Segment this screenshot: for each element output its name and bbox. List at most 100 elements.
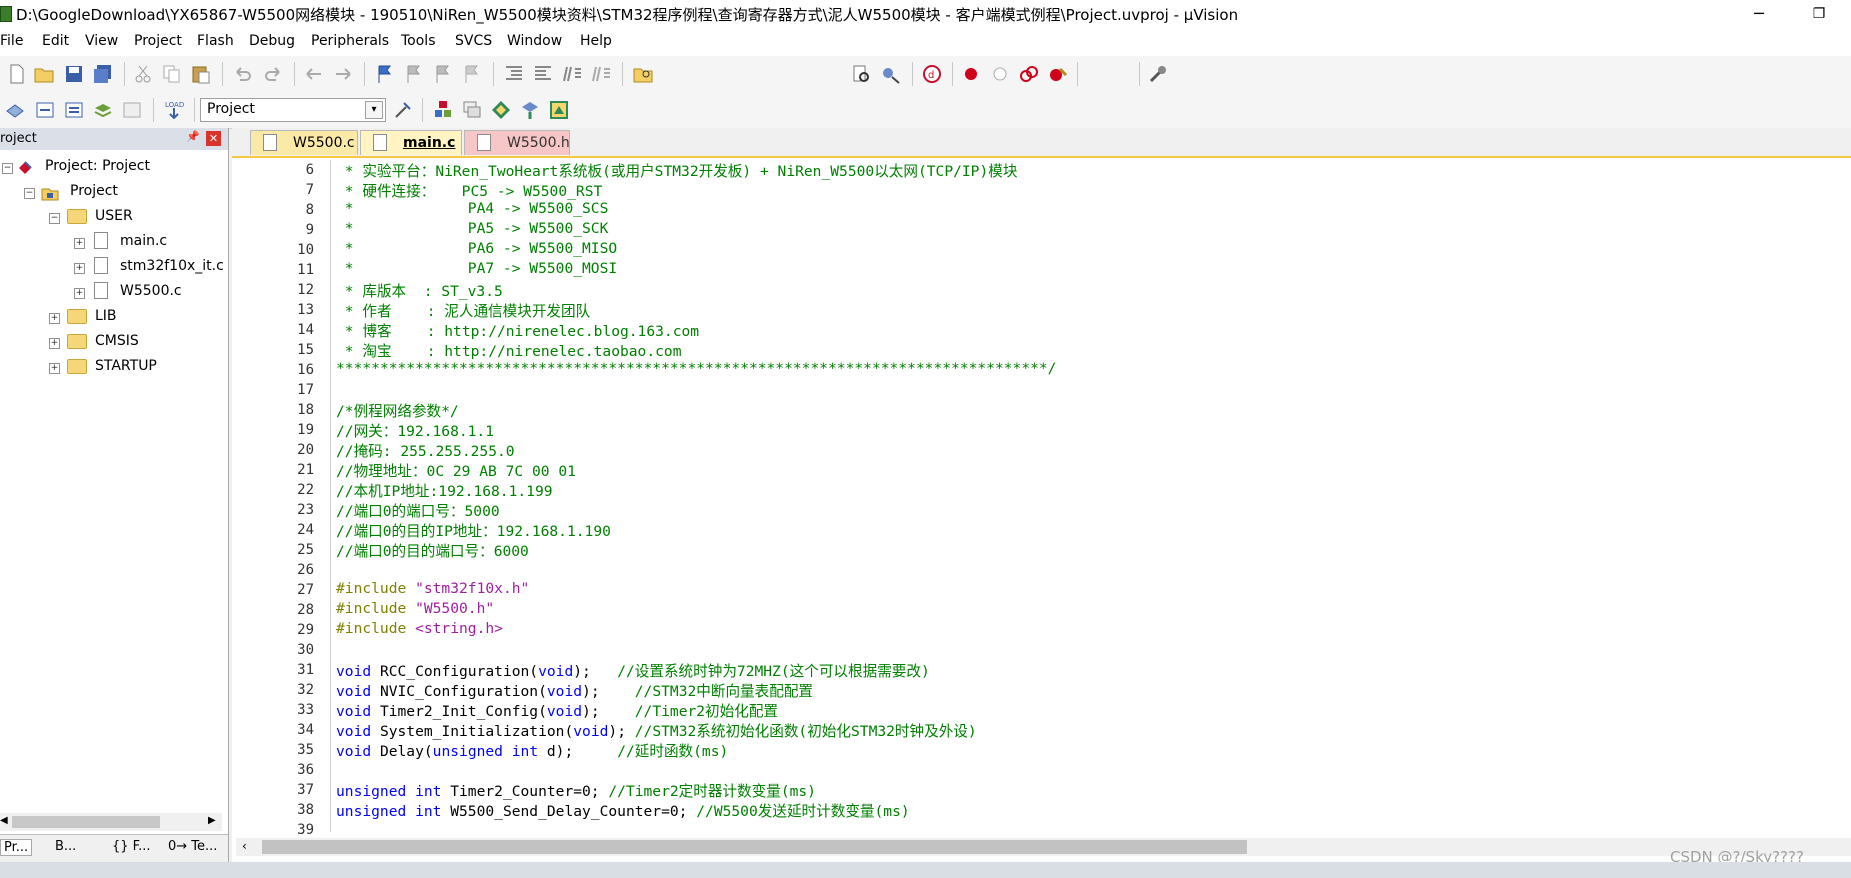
code-token: * PA6 -> W5500_MISO <box>336 240 618 257</box>
tree-item-startup-folder[interactable]: STARTUP <box>95 358 157 374</box>
code-token: #include <box>336 580 416 597</box>
navigate-forward-icon[interactable] <box>332 63 354 85</box>
disable-all-breakpoints-icon[interactable] <box>1018 63 1040 85</box>
menu-peripherals[interactable]: Peripherals <box>311 33 389 49</box>
code-token: d); <box>538 743 618 760</box>
run-time-environment-icon[interactable] <box>548 99 570 121</box>
target-select[interactable]: Project ▾ <box>200 98 386 122</box>
collapse-icon[interactable]: − <box>2 163 13 174</box>
tab-project[interactable]: Pr... <box>0 839 33 856</box>
browse-symbols-icon[interactable] <box>880 63 902 85</box>
menu-project[interactable]: Project <box>134 33 182 49</box>
line-number: 39 <box>297 822 314 838</box>
code-token: Delay( <box>371 743 433 760</box>
menu-debug[interactable]: Debug <box>249 33 295 49</box>
menu-window[interactable]: Window <box>507 33 562 49</box>
expand-icon[interactable]: + <box>74 238 85 249</box>
bookmark-next-icon[interactable] <box>432 63 454 85</box>
code-token: //STM32系统初始化函数(初始化STM32时钟及外设) <box>634 723 977 740</box>
configure-wrench-icon[interactable] <box>1147 63 1169 85</box>
code-line: * PA7 -> W5500_MOSI <box>336 260 617 277</box>
paste-icon[interactable] <box>190 63 212 85</box>
collapse-icon[interactable]: − <box>24 188 35 199</box>
tree-item-file[interactable]: main.c <box>120 233 167 249</box>
indent-icon[interactable] <box>503 63 525 85</box>
tree-item-file[interactable]: W5500.c <box>120 283 182 299</box>
comment-icon[interactable] <box>561 63 583 85</box>
tree-item-project-root[interactable]: Project: Project <box>45 158 150 174</box>
close-panel-button[interactable]: ✕ <box>206 131 221 146</box>
scrollbar-thumb[interactable] <box>262 840 1247 854</box>
pin-icon[interactable]: 📌 <box>186 130 200 143</box>
redo-icon[interactable] <box>262 63 284 85</box>
tree-item-cmsis-folder[interactable]: CMSIS <box>95 333 139 349</box>
start-debug-icon[interactable]: d <box>921 63 943 85</box>
expand-icon[interactable]: + <box>49 363 60 374</box>
tab-main-c[interactable]: main.c <box>360 130 462 155</box>
kill-all-breakpoints-icon[interactable] <box>1047 63 1069 85</box>
cut-icon[interactable] <box>132 63 154 85</box>
save-all-icon[interactable] <box>92 63 114 85</box>
tab-label: W5500.c <box>293 135 355 151</box>
target-options-icon[interactable] <box>392 99 414 121</box>
tab-w5500-h[interactable]: W5500.h <box>464 130 570 155</box>
project-horizontal-scrollbar[interactable]: ◀ ▶ <box>0 813 222 831</box>
manage-components-icon[interactable] <box>461 99 483 121</box>
new-file-icon[interactable] <box>6 63 28 85</box>
download-load-icon[interactable]: LOAD <box>163 99 185 121</box>
scroll-left-icon[interactable]: ◀ <box>0 815 8 826</box>
code-line: #include "W5500.h" <box>336 600 494 617</box>
code-line: //端口0的端口号：5000 <box>336 500 500 521</box>
tree-item-project[interactable]: Project <box>70 183 118 199</box>
tab-w5500-c[interactable]: W5500.c <box>250 130 358 155</box>
undo-icon[interactable] <box>232 63 254 85</box>
expand-icon[interactable]: + <box>74 263 85 274</box>
rebuild-icon[interactable] <box>63 99 85 121</box>
menu-help[interactable]: Help <box>580 33 612 49</box>
tree-item-file[interactable]: stm32f10x_it.c <box>120 258 224 274</box>
bookmark-prev-icon[interactable] <box>403 63 425 85</box>
incremental-find-icon[interactable] <box>850 63 872 85</box>
uncomment-icon[interactable] <box>590 63 612 85</box>
collapse-icon[interactable]: − <box>49 213 60 224</box>
menu-flash[interactable]: Flash <box>197 33 234 49</box>
build-icon[interactable] <box>34 99 56 121</box>
scroll-right-icon[interactable]: ▶ <box>208 815 216 826</box>
code-token: void <box>336 743 372 760</box>
expand-icon[interactable]: + <box>49 313 60 324</box>
tab-books[interactable]: B... <box>55 839 76 854</box>
tree-item-lib-folder[interactable]: LIB <box>95 308 117 324</box>
navigate-back-icon[interactable] <box>303 63 325 85</box>
minimize-button[interactable]: ─ <box>1736 0 1782 28</box>
tree-item-user-folder[interactable]: USER <box>95 208 133 224</box>
code-line: * 淘宝 : http://nirenelec.taobao.com <box>336 340 682 361</box>
menu-file[interactable]: File <box>0 33 23 49</box>
translate-icon[interactable] <box>4 99 26 121</box>
open-folder-icon[interactable] <box>33 63 55 85</box>
file-extensions-icon[interactable] <box>432 99 454 121</box>
menu-tools[interactable]: Tools <box>401 33 436 49</box>
menu-edit[interactable]: Edit <box>42 33 69 49</box>
pack-installer-icon[interactable] <box>519 99 541 121</box>
scrollbar-thumb[interactable] <box>12 816 160 828</box>
find-in-files-icon[interactable] <box>632 63 654 85</box>
toolbar-separator <box>952 62 953 86</box>
bookmark-toggle-icon[interactable] <box>374 63 396 85</box>
save-icon[interactable] <box>63 63 85 85</box>
scroll-left-icon[interactable]: ‹ <box>242 839 247 853</box>
stop-build-icon[interactable] <box>121 99 143 121</box>
copy-icon[interactable] <box>161 63 183 85</box>
restore-button[interactable]: ❐ <box>1796 0 1842 28</box>
enable-breakpoint-icon[interactable] <box>989 63 1011 85</box>
tab-functions[interactable]: {} F... <box>112 839 150 854</box>
bookmark-clear-icon[interactable] <box>461 63 483 85</box>
menu-svcs[interactable]: SVCS <box>455 33 492 49</box>
tab-templates[interactable]: 0→ Te... <box>168 839 217 854</box>
select-packs-icon[interactable] <box>490 99 512 121</box>
menu-view[interactable]: View <box>85 33 118 49</box>
insert-breakpoint-icon[interactable] <box>960 63 982 85</box>
batch-build-icon[interactable] <box>92 99 114 121</box>
unindent-icon[interactable] <box>532 63 554 85</box>
expand-icon[interactable]: + <box>49 338 60 349</box>
expand-icon[interactable]: + <box>74 288 85 299</box>
